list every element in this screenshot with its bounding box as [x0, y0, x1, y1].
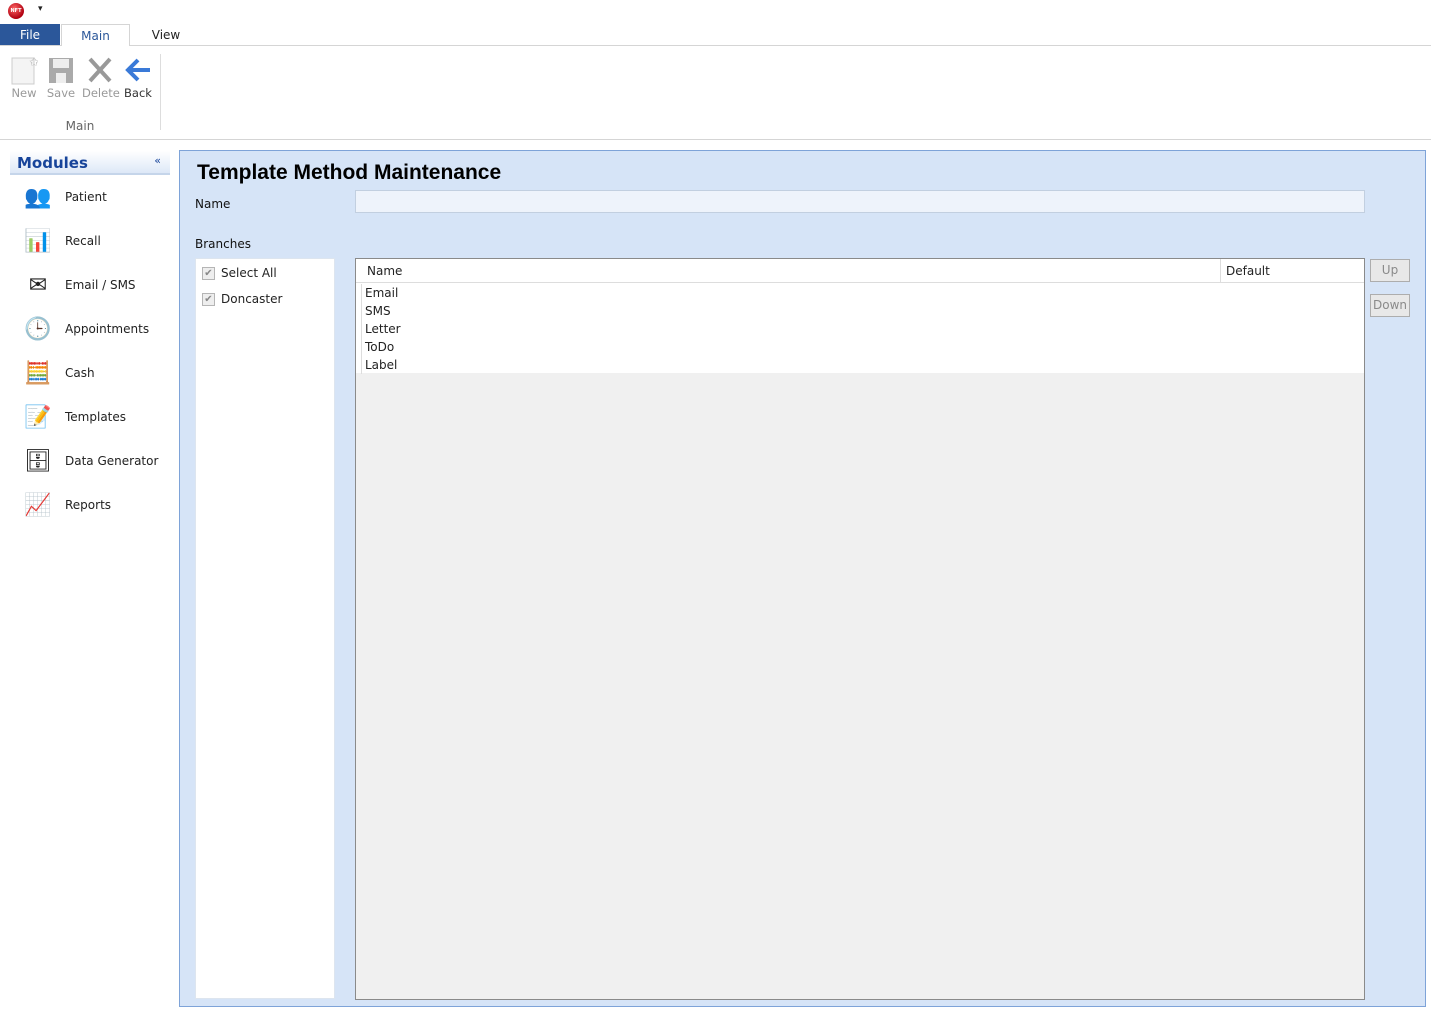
ribbon-group-separator	[160, 54, 161, 130]
modules-header: Modules «	[10, 151, 170, 175]
ribbon-divider	[0, 45, 1431, 46]
x-delete-icon	[82, 54, 118, 86]
up-button[interactable]: Up	[1370, 259, 1410, 282]
ribbon-group-label: Main	[65, 119, 95, 133]
sidebar-item-label: Data Generator	[65, 454, 159, 468]
column-separator[interactable]	[1220, 259, 1221, 283]
name-label: Name	[195, 197, 231, 211]
branches-label: Branches	[195, 237, 251, 251]
sidebar-item-label: Appointments	[65, 322, 150, 336]
save-button[interactable]: Save	[43, 54, 79, 100]
calendar-clock-icon: 🕒	[24, 316, 52, 342]
floppy-disk-icon	[43, 54, 79, 86]
new-label: New	[11, 86, 37, 100]
branches-list: ✔ Select All ✔ Doncaster	[195, 258, 335, 999]
delete-button[interactable]: Delete	[82, 54, 120, 100]
sidebar-item-recall[interactable]: 📊 Recall	[22, 224, 172, 258]
checkbox-label: Doncaster	[221, 292, 283, 306]
methods-grid: Name Default Email SMS Letter ToDo Label	[355, 258, 1365, 1000]
doncaster-checkbox[interactable]: ✔ Doncaster	[202, 292, 282, 306]
sidebar-item-email-sms[interactable]: ✉ Email / SMS	[22, 268, 172, 302]
back-button[interactable]: Back	[120, 54, 156, 100]
quick-access-dropdown[interactable]: ▾	[38, 4, 43, 14]
sidebar-item-label: Cash	[65, 366, 95, 380]
sidebar-item-data-generator[interactable]: 🗄 Data Generator	[22, 444, 172, 478]
save-label: Save	[46, 86, 76, 100]
sidebar-item-label: Reports	[65, 498, 112, 512]
sidebar-item-patient[interactable]: 👥 Patient	[22, 180, 172, 214]
down-button[interactable]: Down	[1370, 294, 1410, 317]
tab-file[interactable]: File	[0, 24, 60, 46]
sidebar-item-label: Email / SMS	[65, 278, 136, 292]
grid-header: Name Default	[356, 259, 1364, 283]
sidebar-item-label: Templates	[65, 410, 127, 424]
tab-main[interactable]: Main	[61, 24, 130, 46]
reports-icon: 📈	[24, 492, 52, 518]
table-row[interactable]: Letter	[361, 320, 401, 338]
database-icon: 🗄	[24, 448, 52, 474]
sidebar-item-label: Patient	[65, 190, 107, 204]
tab-view[interactable]: View	[140, 24, 192, 46]
recall-chart-icon: 📊	[24, 228, 52, 254]
column-header-name[interactable]: Name	[367, 264, 402, 278]
sidebar-item-cash[interactable]: 🧮 Cash	[22, 356, 172, 390]
back-arrow-icon	[120, 54, 156, 86]
table-row[interactable]: Label	[361, 356, 397, 374]
table-row[interactable]: ToDo	[361, 338, 394, 356]
delete-label: Delete	[82, 86, 120, 100]
select-all-checkbox[interactable]: ✔ Select All	[202, 266, 277, 280]
table-row[interactable]: SMS	[361, 302, 391, 320]
sidebar-item-label: Recall	[65, 234, 101, 248]
page-title: Template Method Maintenance	[197, 161, 502, 184]
checkmark-icon: ✔	[202, 292, 215, 306]
sidebar-item-appointments[interactable]: 🕒 Appointments	[22, 312, 172, 346]
checkbox-label: Select All	[221, 266, 277, 280]
modules-title: Modules	[17, 154, 88, 172]
collapse-icon[interactable]: «	[154, 154, 161, 167]
grid-rows: Email SMS Letter ToDo Label	[356, 283, 1364, 374]
new-button[interactable]: ✩ New	[6, 54, 42, 100]
app-logo[interactable]: NFT	[8, 3, 24, 19]
sidebar-item-templates[interactable]: 📝 Templates	[22, 400, 172, 434]
back-label: Back	[124, 86, 152, 100]
name-input[interactable]	[355, 190, 1365, 213]
cash-register-icon: 🧮	[24, 360, 52, 386]
column-header-default[interactable]: Default	[1226, 264, 1270, 278]
templates-icon: 📝	[24, 404, 52, 430]
sidebar-item-reports[interactable]: 📈 Reports	[22, 488, 172, 522]
ribbon-bottom-border	[0, 139, 1431, 140]
new-document-icon: ✩	[6, 54, 42, 86]
patient-icon: 👥	[24, 184, 52, 210]
svg-text:✩: ✩	[29, 55, 38, 69]
checkmark-icon: ✔	[202, 266, 215, 280]
table-row[interactable]: Email	[361, 284, 398, 302]
email-sms-icon: ✉	[28, 272, 48, 298]
